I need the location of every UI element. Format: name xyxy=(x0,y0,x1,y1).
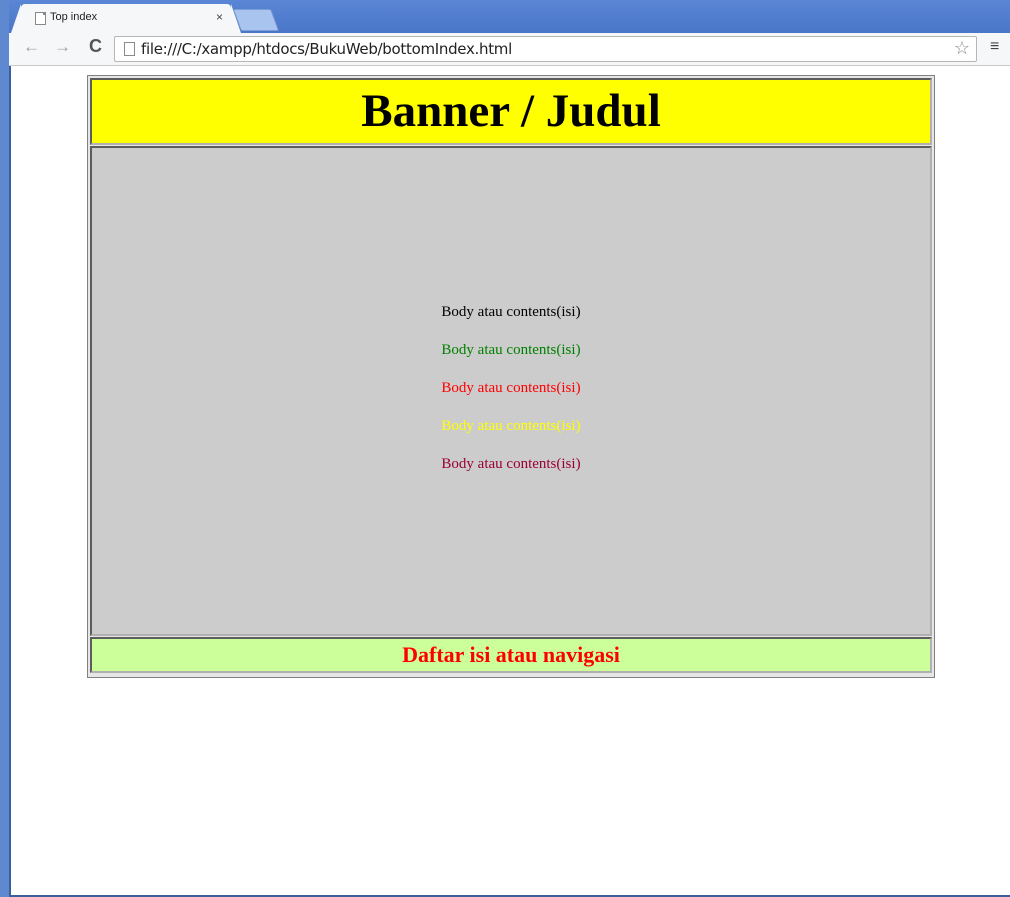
tab-title: Top index xyxy=(50,11,98,23)
navigation-frame: Daftar isi atau navigasi xyxy=(90,637,932,673)
body-lines: Body atau contents(isi) Body atau conten… xyxy=(92,303,930,493)
forward-icon[interactable]: → xyxy=(54,37,71,57)
body-line: Body atau contents(isi) xyxy=(441,342,581,358)
url-text[interactable]: file:///C:/xampp/htdocs/BukuWeb/bottomIn… xyxy=(141,40,512,58)
navigation-title: Daftar isi atau navigasi xyxy=(402,642,620,667)
back-icon[interactable]: ← xyxy=(23,37,40,57)
new-tab-button[interactable] xyxy=(232,9,280,31)
body-frame: Body atau contents(isi) Body atau conten… xyxy=(90,146,932,636)
window-left-border xyxy=(9,66,11,897)
menu-icon[interactable]: ≡ xyxy=(990,38,999,56)
reload-icon[interactable]: C xyxy=(89,36,102,57)
page-icon xyxy=(35,12,46,25)
browser-toolbar: ← → C file:///C:/xampp/htdocs/BukuWeb/bo… xyxy=(9,33,1010,66)
window-left-edge xyxy=(0,0,9,897)
page-icon xyxy=(124,42,135,56)
body-line: Body atau contents(isi) xyxy=(441,456,581,472)
tab-top-index[interactable]: Top index × xyxy=(11,4,241,33)
frameset: Banner / Judul Body atau contents(isi) B… xyxy=(87,75,935,678)
body-line: Body atau contents(isi) xyxy=(441,304,581,320)
banner-frame: Banner / Judul xyxy=(90,78,932,145)
body-line: Body atau contents(isi) xyxy=(441,418,581,434)
tab-close-icon[interactable]: × xyxy=(216,10,223,24)
address-bar[interactable]: file:///C:/xampp/htdocs/BukuWeb/bottomIn… xyxy=(114,36,977,62)
banner-title: Banner / Judul xyxy=(361,85,661,137)
body-line: Body atau contents(isi) xyxy=(441,380,581,396)
tab-strip: Top index × xyxy=(9,0,1010,33)
bookmark-star-icon[interactable]: ☆ xyxy=(954,38,970,59)
